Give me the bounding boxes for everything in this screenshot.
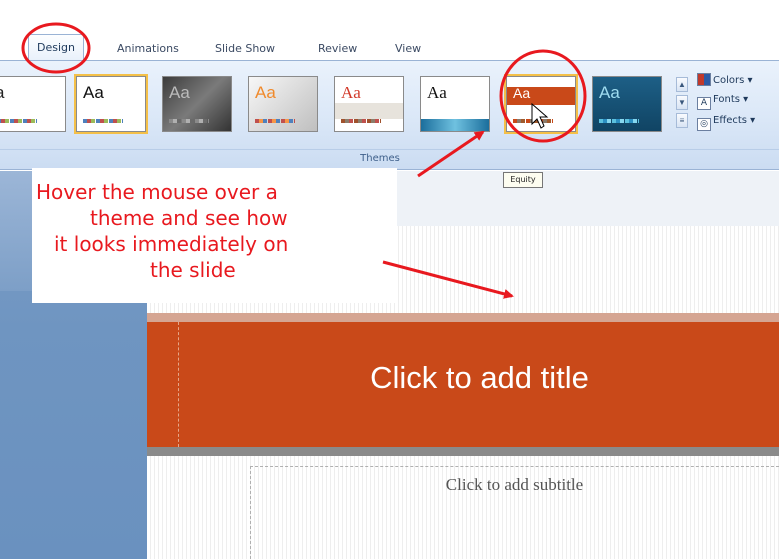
color-swatches <box>513 119 553 123</box>
theme-thumbnail-red-serif[interactable]: Aa <box>334 76 404 132</box>
color-swatches <box>255 119 295 123</box>
color-swatches <box>341 119 381 123</box>
effects-button[interactable]: ◎ Effects ▾ <box>697 115 755 133</box>
color-swatches <box>599 119 639 123</box>
instruction-line-2: theme and see how <box>90 206 288 230</box>
gallery-scroll-down-button[interactable]: ▼ <box>676 95 688 110</box>
colors-label: Colors <box>713 75 745 86</box>
ribbon-tab-bar: Design Animations Slide Show Review View <box>0 30 779 60</box>
tab-view[interactable]: View <box>395 42 421 55</box>
tab-design[interactable]: Design <box>28 34 84 60</box>
subtitle-placeholder-text[interactable]: Click to add subtitle <box>250 475 779 495</box>
fonts-label: Fonts <box>713 94 740 105</box>
color-swatches <box>83 119 123 123</box>
gallery-more-button[interactable]: ≡ <box>676 113 688 128</box>
theme-preview-text: Aa <box>83 83 104 102</box>
effects-label: Effects <box>713 115 747 126</box>
title-placeholder-text[interactable]: Click to add title <box>180 360 779 396</box>
slide-title-top-rule <box>147 313 779 322</box>
theme-preview-text: Aa <box>255 83 276 102</box>
theme-preview-text: Aa <box>427 83 447 102</box>
group-separator <box>0 149 779 150</box>
gallery-scroll-up-button[interactable]: ▲ <box>676 77 688 92</box>
theme-thumbnail-office[interactable]: Aa <box>76 76 146 132</box>
theme-thumbnail-wave[interactable]: Aa <box>420 76 490 132</box>
instruction-text: Hover the mouse over a theme and see how… <box>32 179 397 283</box>
colors-button[interactable]: Colors ▾ <box>697 73 753 91</box>
tab-animations[interactable]: Animations <box>117 42 179 55</box>
theme-preview-text: Aa <box>513 85 531 101</box>
theme-preview-text: Aa <box>169 83 190 102</box>
theme-thumbnail-teal[interactable]: Aa <box>592 76 662 132</box>
theme-preview-text: Aa <box>341 83 361 102</box>
theme-wave <box>421 119 489 131</box>
themes-group-label: Themes <box>360 153 400 164</box>
tab-review[interactable]: Review <box>318 42 357 55</box>
title-placeholder-border <box>178 322 179 447</box>
theme-preview-text: a <box>0 83 4 103</box>
theme-preview-text: Aa <box>599 83 620 102</box>
color-swatches <box>169 119 209 123</box>
fonts-icon: A <box>697 97 711 110</box>
instruction-line-4: the slide <box>150 258 236 282</box>
theme-thumbnail-partial[interactable]: a <box>0 76 66 132</box>
theme-thumbnail-gray[interactable]: Aa <box>248 76 318 132</box>
tab-slide-show[interactable]: Slide Show <box>215 42 275 55</box>
fonts-button[interactable]: A Fonts ▾ <box>697 94 748 112</box>
theme-band <box>335 103 403 119</box>
theme-thumbnail-dark[interactable]: Aa <box>162 76 232 132</box>
theme-thumbnail-equity[interactable]: Aa <box>506 76 576 132</box>
instruction-line-1: Hover the mouse over a <box>36 180 278 204</box>
subtitle-divider <box>147 447 779 456</box>
color-swatches <box>0 119 37 123</box>
colors-icon <box>697 73 711 86</box>
effects-icon: ◎ <box>697 118 711 131</box>
instruction-line-3: it looks immediately on <box>54 232 289 256</box>
theme-tooltip: Equity <box>503 172 543 188</box>
ribbon-themes-panel: a Aa Aa Aa Aa Aa Aa Aa ▲ ▼ ≡ Colors ▾ AF… <box>0 60 779 170</box>
